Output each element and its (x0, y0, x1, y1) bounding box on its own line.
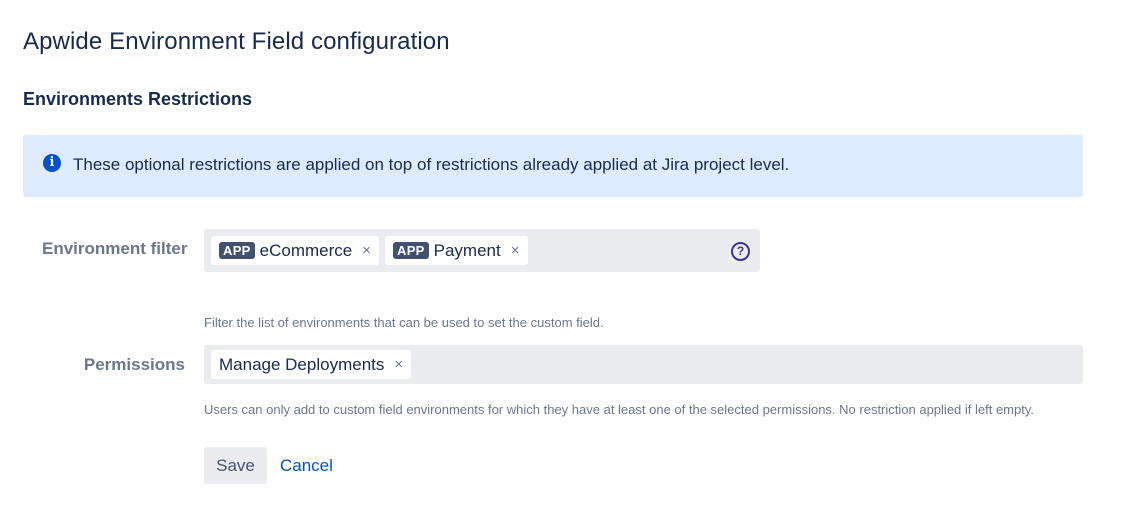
environment-filter-select[interactable]: APP eCommerce × APP Payment × ? (204, 229, 760, 272)
remove-chip-payment-icon[interactable]: × (511, 242, 520, 259)
environment-chip-payment: APP Payment × (385, 236, 528, 265)
chip-label: Manage Deployments (219, 354, 385, 374)
chip-label: eCommerce (259, 240, 353, 260)
environment-filter-help-text: Filter the list of environments that can… (204, 315, 604, 330)
permissions-select[interactable]: Manage Deployments × (204, 345, 1083, 384)
page-title: Apwide Environment Field configuration (23, 28, 450, 55)
remove-chip-ecommerce-icon[interactable]: × (362, 242, 371, 259)
app-badge: APP (393, 242, 429, 259)
info-icon: i (43, 154, 61, 172)
permissions-label: Permissions (83, 355, 185, 374)
environment-chip-ecommerce: APP eCommerce × (211, 236, 379, 265)
configuration-page: Apwide Environment Field configuration E… (0, 0, 1124, 510)
section-title: Environments Restrictions (23, 89, 253, 109)
environment-filter-label: Environment filter (42, 239, 188, 258)
info-banner: i These optional restrictions are applie… (23, 135, 1083, 197)
save-button[interactable]: Save (204, 447, 267, 484)
cancel-link[interactable]: Cancel (280, 456, 333, 476)
permission-chip-manage-deployments: Manage Deployments × (211, 350, 412, 379)
permissions-help-text: Users can only add to custom field envir… (204, 402, 1035, 417)
info-banner-text: These optional restrictions are applied … (73, 155, 790, 174)
help-icon[interactable]: ? (731, 241, 750, 261)
chip-label: Payment (433, 240, 501, 260)
app-badge: APP (219, 242, 255, 259)
remove-chip-manage-deployments-icon[interactable]: × (394, 356, 403, 373)
